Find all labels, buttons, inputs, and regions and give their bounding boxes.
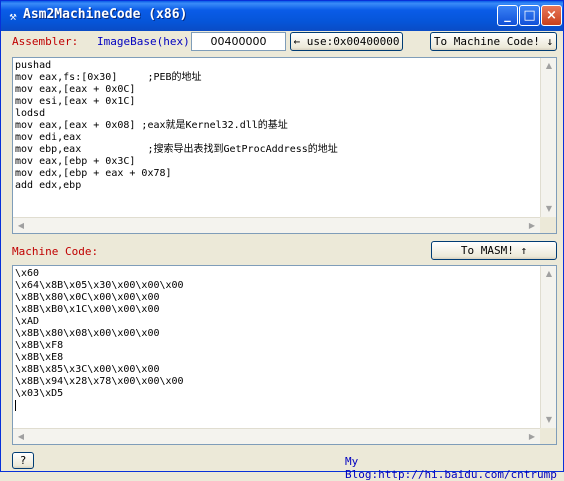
scroll-left-icon[interactable]: ◀ <box>13 429 29 444</box>
text-caret <box>15 400 16 411</box>
blog-link[interactable]: My Blog:http://hi.baidu.com/cntrump <box>345 455 563 481</box>
minimize-button[interactable]: _ <box>497 5 518 26</box>
machine-code-label: Machine Code: <box>12 245 99 258</box>
assembler-editor[interactable]: pushad mov eax,fs:[0x30] ;PEB的地址 mov eax… <box>12 57 557 234</box>
use-imagebase-button[interactable]: ← use:0x00400000 <box>290 32 403 51</box>
machine-vertical-scrollbar[interactable]: ▲ ▼ <box>540 266 556 428</box>
imagebase-input[interactable]: 00400000 <box>191 32 286 51</box>
scroll-corner <box>540 217 556 233</box>
assembler-horizontal-scrollbar[interactable]: ◀ ▶ <box>13 217 540 233</box>
scroll-down-icon[interactable]: ▼ <box>541 201 556 217</box>
machine-code-text[interactable]: \x60 \x64\x8B\x05\x30\x00\x00\x00 \x8B\x… <box>15 268 184 414</box>
machine-code-editor[interactable]: \x60 \x64\x8B\x05\x30\x00\x00\x00 \x8B\x… <box>12 265 557 445</box>
scroll-right-icon[interactable]: ▶ <box>524 429 540 444</box>
imagebase-label: ImageBase(hex): <box>97 35 197 48</box>
to-masm-button[interactable]: To MASM! ↑ <box>431 241 557 260</box>
scroll-down-icon[interactable]: ▼ <box>541 412 556 428</box>
assembler-label: Assembler: <box>12 35 79 48</box>
assembler-vertical-scrollbar[interactable]: ▲ ▼ <box>540 58 556 217</box>
maximize-button[interactable]: □ <box>519 5 540 26</box>
window-title: Asm2MachineCode (x86) <box>23 7 188 22</box>
hammer-icon: ⚒ <box>9 9 17 23</box>
machine-code-content: \x60 \x64\x8B\x05\x30\x00\x00\x00 \x8B\x… <box>15 268 184 399</box>
help-button[interactable]: ? <box>12 452 34 469</box>
scroll-up-icon[interactable]: ▲ <box>541 58 556 74</box>
scroll-up-icon[interactable]: ▲ <box>541 266 556 282</box>
scroll-left-icon[interactable]: ◀ <box>13 218 29 233</box>
to-machine-code-button[interactable]: To Machine Code! ↓ <box>430 32 557 51</box>
machine-horizontal-scrollbar[interactable]: ◀ ▶ <box>13 428 540 444</box>
app-window: ⚒ Asm2MachineCode (x86) _ □ × Assembler:… <box>0 0 564 481</box>
close-button[interactable]: × <box>541 5 562 26</box>
assembler-code[interactable]: pushad mov eax,fs:[0x30] ;PEB的地址 mov eax… <box>15 60 338 192</box>
title-bar[interactable]: ⚒ Asm2MachineCode (x86) _ □ × <box>1 1 563 31</box>
scroll-corner <box>540 428 556 444</box>
scroll-right-icon[interactable]: ▶ <box>524 218 540 233</box>
